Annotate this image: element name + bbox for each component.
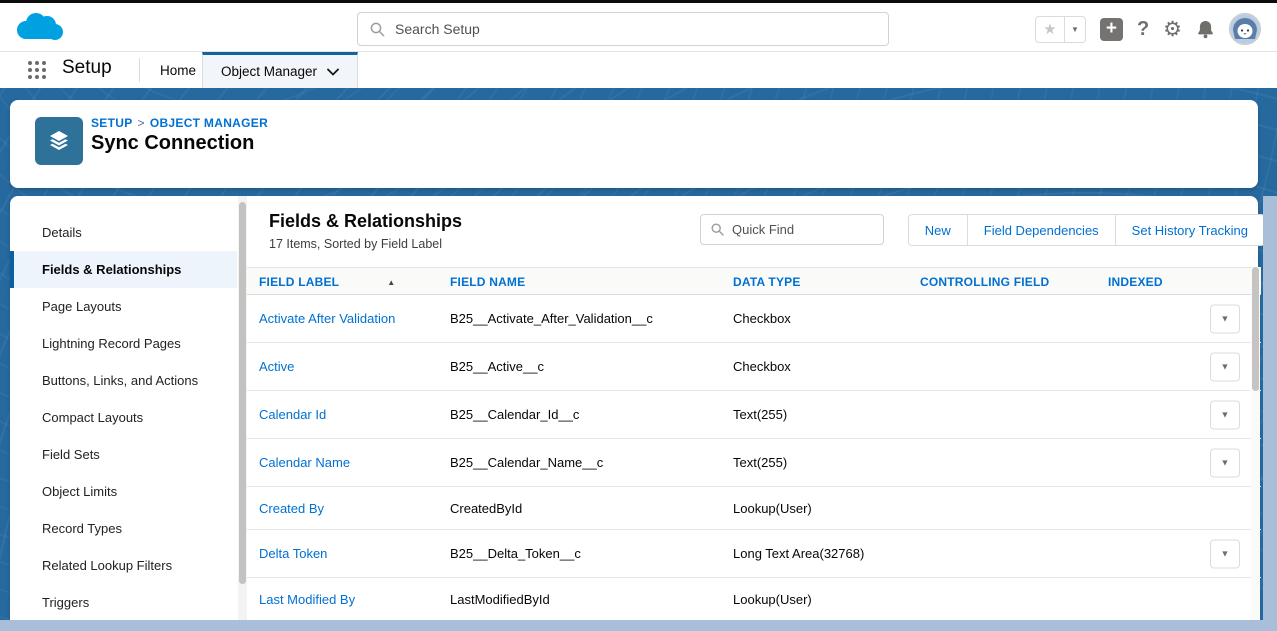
setup-nav-bar: Setup Home Object Manager <box>0 52 1277 88</box>
sidebar-item-compact-layouts[interactable]: Compact Layouts <box>10 399 237 436</box>
search-icon <box>370 22 385 37</box>
data-type-cell: Text(255) <box>733 391 787 438</box>
sidebar-item-record-types[interactable]: Record Types <box>10 510 237 547</box>
field-name-cell: LastModifiedById <box>450 578 550 620</box>
tab-object-manager[interactable]: Object Manager <box>202 52 358 88</box>
table-row: Created By CreatedById Lookup(User) <box>247 487 1261 530</box>
table-row: Calendar Name B25__Calendar_Name__c Text… <box>247 439 1261 487</box>
panel-actions: New Field Dependencies Set History Track… <box>908 214 1265 246</box>
global-header-actions: ★ ▼ + ? ⚙ <box>1035 13 1261 45</box>
set-history-tracking-button[interactable]: Set History Tracking <box>1115 214 1265 246</box>
field-dependencies-button[interactable]: Field Dependencies <box>967 214 1116 246</box>
field-name-cell: CreatedById <box>450 487 522 529</box>
page-header-card: SETUP > OBJECT MANAGER Sync Connection <box>10 100 1258 188</box>
data-type-cell: Text(255) <box>733 439 787 486</box>
search-icon <box>711 223 724 236</box>
field-label-link[interactable]: Active <box>259 359 294 374</box>
field-name-cell: B25__Active__c <box>450 343 544 390</box>
sidebar-scrollbar-thumb[interactable] <box>239 202 246 584</box>
row-actions-menu-button[interactable]: ▼ <box>1210 304 1240 333</box>
quick-find <box>700 214 884 245</box>
quick-find-input[interactable] <box>732 222 862 237</box>
table-body: Activate After Validation B25__Activate_… <box>247 295 1261 621</box>
user-avatar[interactable] <box>1229 13 1261 45</box>
sidebar-item-triggers[interactable]: Triggers <box>10 584 237 620</box>
breadcrumb-separator: > <box>138 116 145 130</box>
field-label-link[interactable]: Calendar Id <box>259 407 326 422</box>
row-actions-menu-button[interactable]: ▼ <box>1210 539 1240 568</box>
app-launcher-icon[interactable] <box>27 60 47 80</box>
salesforce-cloud-logo[interactable] <box>13 11 65 48</box>
field-label-link[interactable]: Delta Token <box>259 546 327 561</box>
help-icon[interactable]: ? <box>1137 19 1149 39</box>
column-header-data-type[interactable]: DATA TYPE <box>733 268 801 296</box>
data-type-cell: Lookup(User) <box>733 487 812 529</box>
row-actions-menu-button[interactable]: ▼ <box>1210 448 1240 477</box>
field-name-cell: B25__Calendar_Id__c <box>450 391 579 438</box>
quick-create-plus-icon[interactable]: + <box>1100 18 1123 41</box>
page-horizontal-scrollbar[interactable] <box>0 620 1277 631</box>
sidebar-item-page-layouts[interactable]: Page Layouts <box>10 288 237 325</box>
table-row: Last Modified By LastModifiedById Lookup… <box>247 578 1261 621</box>
panel-title: Fields & Relationships <box>269 211 462 232</box>
breadcrumb-object-manager-link[interactable]: OBJECT MANAGER <box>150 116 268 130</box>
object-sidebar: Details Fields & Relationships Page Layo… <box>10 196 237 620</box>
table-row: Delta Token B25__Delta_Token__c Long Tex… <box>247 530 1261 578</box>
sidebar-item-details[interactable]: Details <box>10 214 237 251</box>
global-search <box>357 12 889 46</box>
sidebar-item-lightning-record-pages[interactable]: Lightning Record Pages <box>10 325 237 362</box>
row-actions-menu-button[interactable]: ▼ <box>1210 400 1240 429</box>
fields-panel: Fields & Relationships 17 Items, Sorted … <box>247 196 1268 620</box>
field-label-link[interactable]: Last Modified By <box>259 592 355 607</box>
field-label-link[interactable]: Created By <box>259 501 324 516</box>
content-card: Details Fields & Relationships Page Layo… <box>10 196 1258 620</box>
global-header: ★ ▼ + ? ⚙ <box>0 3 1277 52</box>
data-type-cell: Lookup(User) <box>733 578 812 620</box>
tab-home[interactable]: Home <box>146 52 210 88</box>
sidebar-item-related-lookup-filters[interactable]: Related Lookup Filters <box>10 547 237 584</box>
field-label-link[interactable]: Calendar Name <box>259 455 350 470</box>
table-header: FIELD LABEL ▲ FIELD NAME DATA TYPE CONTR… <box>247 267 1261 295</box>
new-button[interactable]: New <box>908 214 968 246</box>
table-row: Active B25__Active__c Checkbox ▼ <box>247 343 1261 391</box>
field-name-cell: B25__Delta_Token__c <box>450 530 581 577</box>
data-type-cell: Long Text Area(32768) <box>733 530 864 577</box>
chevron-down-icon[interactable] <box>327 68 339 76</box>
field-name-cell: B25__Activate_After_Validation__c <box>450 295 653 342</box>
table-row: Activate After Validation B25__Activate_… <box>247 295 1261 343</box>
setup-app-label: Setup <box>62 57 112 79</box>
setup-gear-icon[interactable]: ⚙ <box>1163 19 1182 40</box>
row-actions-menu-button[interactable]: ▼ <box>1210 352 1240 381</box>
favorites-caret-icon[interactable]: ▼ <box>1065 16 1086 43</box>
notifications-bell-icon[interactable] <box>1196 19 1215 39</box>
column-header-indexed[interactable]: INDEXED <box>1108 268 1163 296</box>
field-name-cell: B25__Calendar_Name__c <box>450 439 603 486</box>
favorites-star-icon[interactable]: ★ <box>1035 16 1065 43</box>
table-row: Calendar Id B25__Calendar_Id__c Text(255… <box>247 391 1261 439</box>
page-title: Sync Connection <box>91 132 254 155</box>
global-search-input[interactable] <box>395 21 835 37</box>
table-scrollbar <box>1251 267 1260 620</box>
field-label-link[interactable]: Activate After Validation <box>259 311 395 326</box>
panel-item-count: 17 Items, Sorted by Field Label <box>269 237 442 251</box>
breadcrumb: SETUP > OBJECT MANAGER <box>91 116 268 130</box>
sidebar-item-field-sets[interactable]: Field Sets <box>10 436 237 473</box>
column-header-field-label[interactable]: FIELD LABEL ▲ <box>259 268 395 296</box>
table-scrollbar-thumb[interactable] <box>1252 267 1259 391</box>
column-header-field-name[interactable]: FIELD NAME <box>450 268 525 296</box>
breadcrumb-setup-link[interactable]: SETUP <box>91 116 133 130</box>
column-header-controlling-field[interactable]: CONTROLLING FIELD <box>920 268 1049 296</box>
sidebar-scrollbar <box>238 196 247 620</box>
data-type-cell: Checkbox <box>733 343 791 390</box>
sidebar-item-object-limits[interactable]: Object Limits <box>10 473 237 510</box>
sidebar-item-buttons-links-actions[interactable]: Buttons, Links, and Actions <box>10 362 237 399</box>
data-type-cell: Checkbox <box>733 295 791 342</box>
page-vertical-scrollbar[interactable] <box>1263 196 1277 631</box>
object-stack-icon <box>35 117 83 165</box>
sidebar-item-fields-relationships[interactable]: Fields & Relationships <box>10 251 237 288</box>
nav-divider <box>139 58 140 82</box>
sort-asc-icon: ▲ <box>387 278 395 287</box>
